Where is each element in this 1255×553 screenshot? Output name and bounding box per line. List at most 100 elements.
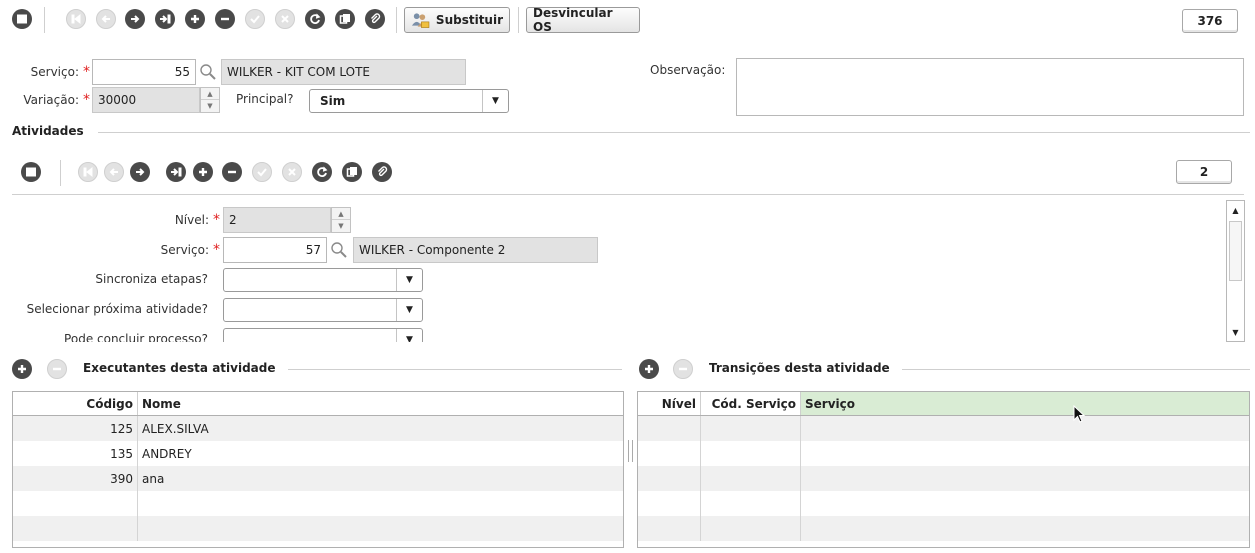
- section-divider: [98, 132, 1250, 133]
- table-row[interactable]: 390 ana: [13, 466, 623, 491]
- spinner-down-icon[interactable]: ▼: [201, 100, 219, 112]
- cell-empty: [138, 516, 623, 541]
- cell-empty: [701, 516, 801, 541]
- variacao-spinner[interactable]: ▲ ▼: [200, 87, 220, 113]
- last-record-button[interactable]: [155, 9, 175, 29]
- transicoes-add-button[interactable]: [639, 359, 659, 379]
- chevron-down-icon[interactable]: ▼: [396, 299, 422, 321]
- scrollbar-thumb[interactable]: [1229, 221, 1242, 281]
- spinner-down-icon[interactable]: ▼: [332, 220, 350, 232]
- table-row-empty: [638, 416, 1249, 441]
- sincroniza-select[interactable]: ▼: [223, 268, 423, 292]
- executantes-table: Código Nome 125 ALEX.SILVA 135 ANDREY 39…: [12, 391, 624, 548]
- check-icon: [256, 166, 268, 178]
- cell-empty: [138, 491, 623, 516]
- column-header-nivel[interactable]: Nível: [638, 392, 701, 415]
- scroll-down-icon[interactable]: ▼: [1227, 323, 1244, 341]
- atividades-remove-button[interactable]: [222, 162, 242, 182]
- variacao-label: Variação: *: [23, 92, 90, 108]
- first-record-button[interactable]: [66, 9, 86, 29]
- atividade-servico-description: WILKER - Componente 2: [353, 237, 598, 263]
- atividades-attach-button[interactable]: [372, 162, 392, 182]
- atividades-title: Atividades: [12, 124, 84, 138]
- cell-empty: [701, 466, 801, 491]
- column-header-cod-servico[interactable]: Cód. Serviço: [701, 392, 801, 415]
- table-row[interactable]: 135 ANDREY: [13, 441, 623, 466]
- substituir-button[interactable]: Substituir: [404, 7, 510, 33]
- last-icon: [159, 13, 171, 25]
- atividades-first-button[interactable]: [78, 162, 98, 182]
- add-button[interactable]: [185, 9, 205, 29]
- selecionar-select[interactable]: ▼: [223, 298, 423, 322]
- refresh-button[interactable]: [305, 9, 325, 29]
- table-header: Código Nome: [13, 392, 623, 416]
- first-icon: [70, 13, 82, 25]
- spinner-up-icon[interactable]: ▲: [201, 88, 219, 100]
- duplicate-button[interactable]: [335, 9, 355, 29]
- principal-select[interactable]: Sim ▼: [309, 89, 509, 113]
- atividades-cancel-button[interactable]: [282, 162, 302, 182]
- copy-icon: [346, 166, 358, 178]
- arrow-right-icon: [134, 166, 146, 178]
- substituir-label: Substituir: [435, 13, 503, 27]
- cancel-button[interactable]: [275, 9, 295, 29]
- executantes-remove-button[interactable]: [47, 359, 67, 379]
- transicoes-remove-button[interactable]: [673, 359, 693, 379]
- variacao-input[interactable]: 30000: [92, 87, 200, 113]
- search-icon[interactable]: [199, 63, 217, 81]
- mouse-cursor-icon: [1073, 405, 1086, 423]
- atividades-duplicate-button[interactable]: [342, 162, 362, 182]
- atividades-previous-button[interactable]: [104, 162, 124, 182]
- cell-empty: [801, 516, 1249, 541]
- cell-nome: ana: [142, 471, 165, 486]
- first-icon: [82, 166, 94, 178]
- atividades-grid-button[interactable]: [21, 162, 41, 182]
- atividades-last-button[interactable]: [166, 162, 186, 182]
- nivel-input[interactable]: 2: [223, 207, 331, 233]
- column-header-nome[interactable]: Nome: [138, 392, 623, 415]
- attach-button[interactable]: [365, 9, 385, 29]
- table-row[interactable]: 125 ALEX.SILVA: [13, 416, 623, 441]
- cell-empty: [701, 441, 801, 466]
- previous-record-button[interactable]: [96, 9, 116, 29]
- spinner-up-icon[interactable]: ▲: [332, 208, 350, 220]
- table-row-empty: [13, 516, 623, 541]
- chevron-down-icon[interactable]: ▼: [396, 269, 422, 291]
- remove-button[interactable]: [215, 9, 235, 29]
- atividades-add-button[interactable]: [193, 162, 213, 182]
- atividades-next-button[interactable]: [130, 162, 150, 182]
- confirm-button[interactable]: [245, 9, 265, 29]
- chevron-down-icon[interactable]: ▼: [482, 90, 508, 112]
- atividades-refresh-button[interactable]: [312, 162, 332, 182]
- principal-label: Principal?: [236, 92, 294, 106]
- pode-concluir-label: Pode concluir processo?: [64, 332, 208, 342]
- column-header-codigo[interactable]: Código: [13, 392, 138, 415]
- vertical-scrollbar[interactable]: ▲ ▼: [1226, 200, 1245, 342]
- atividades-confirm-button[interactable]: [252, 162, 272, 182]
- pode-concluir-select[interactable]: ▼: [223, 328, 423, 342]
- last-icon: [170, 166, 182, 178]
- arrow-left-icon: [100, 13, 112, 25]
- cell-empty: [638, 441, 701, 466]
- chevron-down-icon[interactable]: ▼: [396, 329, 422, 342]
- search-icon[interactable]: [330, 241, 348, 259]
- cell-empty: [801, 466, 1249, 491]
- executantes-add-button[interactable]: [12, 359, 32, 379]
- nivel-spinner[interactable]: ▲ ▼: [331, 207, 351, 233]
- cell-empty: [638, 491, 701, 516]
- column-header-servico[interactable]: Serviço: [801, 392, 1249, 415]
- next-record-button[interactable]: [125, 9, 145, 29]
- atividade-servico-code-input[interactable]: 57: [223, 237, 327, 263]
- desvincular-os-button[interactable]: Desvincular OS: [526, 6, 640, 34]
- grid-view-button[interactable]: [12, 9, 32, 29]
- scroll-up-icon[interactable]: ▲: [1227, 201, 1244, 219]
- cell-empty: [801, 416, 1249, 441]
- servico-code-input[interactable]: 55: [92, 59, 196, 85]
- cell-codigo: 135: [13, 441, 138, 466]
- record-counter: 376: [1182, 9, 1238, 33]
- grid-icon: [16, 13, 28, 25]
- atividade-detail-panel: Nível: * 2 ▲ ▼ Serviço: * 57 WILKER - Compo…: [12, 200, 1224, 342]
- sincroniza-label: Sincroniza etapas?: [95, 272, 208, 286]
- panel-splitter-handle[interactable]: [628, 440, 633, 462]
- observacao-textarea[interactable]: [736, 58, 1244, 116]
